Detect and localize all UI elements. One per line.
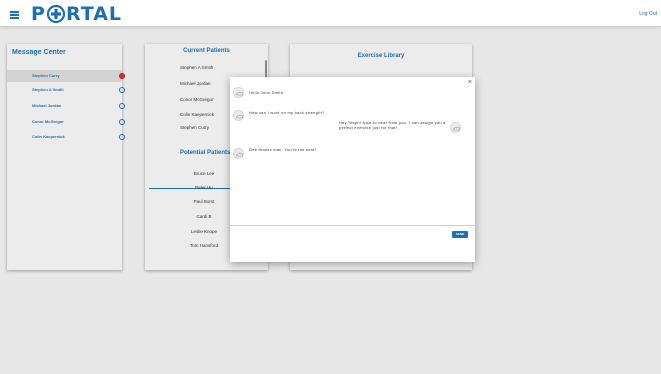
avatar-icon bbox=[233, 87, 244, 98]
exercise-library-title: Exercise Library bbox=[357, 53, 405, 59]
close-icon[interactable]: × bbox=[468, 79, 472, 86]
message-center-item[interactable]: Michael Jordan bbox=[7, 100, 125, 112]
current-patient-item[interactable]: Conor McGregor bbox=[180, 97, 214, 102]
chat-message-received: How can I work on my back strength? bbox=[249, 110, 325, 115]
message-center-item-label: Colin Kaepernick bbox=[32, 134, 65, 139]
current-patients-title: Current Patients bbox=[183, 48, 230, 54]
avatar-icon bbox=[233, 148, 244, 159]
message-center-item[interactable]: Stephen A Smith bbox=[7, 84, 125, 96]
chat-message-sent: Hey Steph! Nice to hear from you. I can … bbox=[339, 120, 446, 130]
message-center-card: Message Center Stephen Curry Stephen A S… bbox=[7, 44, 125, 270]
logout-link[interactable]: Log Out bbox=[639, 11, 657, 17]
avatar-icon bbox=[233, 110, 244, 121]
current-patient-item[interactable]: Stephen A Smith bbox=[180, 65, 213, 70]
message-center-item[interactable]: Conor McGregor bbox=[7, 116, 125, 128]
message-center-item-label: Stephen Curry bbox=[32, 73, 60, 78]
message-center-item-label: Conor McGregor bbox=[32, 119, 64, 124]
read-indicator-icon bbox=[119, 87, 125, 93]
chat-divider bbox=[230, 225, 475, 226]
message-center-item-label: Stephen A Smith bbox=[32, 87, 64, 92]
message-center-item[interactable]: Stephen Curry bbox=[7, 70, 125, 82]
logo-text: RTAL bbox=[65, 3, 123, 25]
current-patient-item[interactable]: Michael Jordan bbox=[180, 81, 211, 86]
read-indicator-icon bbox=[119, 103, 125, 109]
chat-message-received: Hello John Smith bbox=[249, 90, 284, 95]
read-indicator-icon bbox=[119, 119, 125, 125]
chat-dialog: × Hello John Smith How can I work on my … bbox=[230, 77, 475, 262]
menu-icon[interactable] bbox=[10, 11, 19, 19]
portal-logo[interactable]: P RTAL bbox=[31, 4, 122, 24]
read-indicator-icon bbox=[119, 134, 125, 140]
avatar-icon bbox=[450, 122, 461, 133]
message-center-item[interactable]: Colin Kaepernick bbox=[7, 131, 125, 143]
chat-message-input[interactable] bbox=[233, 227, 448, 259]
potential-patients-title: Potential Patients bbox=[180, 150, 231, 156]
unread-indicator-icon bbox=[119, 73, 125, 79]
message-center-title: Message Center bbox=[12, 49, 66, 56]
logo-letter-p: P bbox=[31, 3, 46, 25]
app-bar: P RTAL Log Out bbox=[0, 0, 661, 27]
send-button[interactable]: SEND bbox=[452, 231, 468, 238]
chat-message-received: Gee thanks man. You're the best! bbox=[249, 147, 317, 152]
message-center-item-label: Michael Jordan bbox=[32, 103, 62, 108]
logo-cross-icon bbox=[46, 5, 65, 23]
current-patient-item[interactable]: Colin Kaepernick bbox=[180, 112, 214, 117]
current-patient-item[interactable]: Stephen Curry bbox=[180, 125, 209, 130]
